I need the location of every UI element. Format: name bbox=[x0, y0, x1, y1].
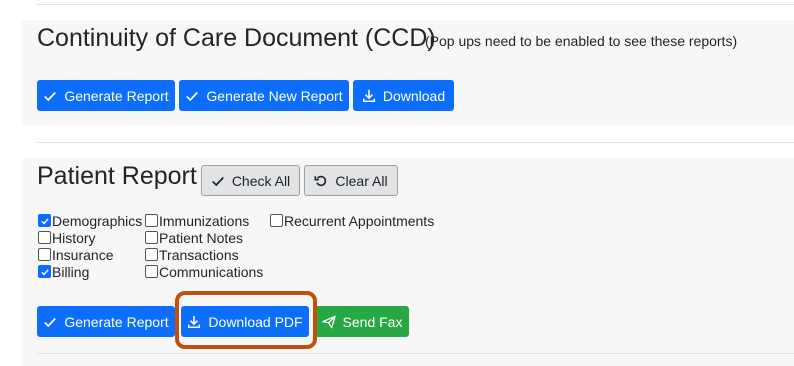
billing-label: Billing bbox=[52, 263, 90, 280]
send-fax-label: Send Fax bbox=[342, 313, 403, 330]
bottom-divider bbox=[37, 353, 794, 354]
top-divider bbox=[37, 4, 794, 5]
ccd-popup-note: (Pop ups need to be enabled to see these… bbox=[425, 33, 738, 49]
check-all-label: Check All bbox=[231, 172, 291, 189]
ccd-download-label: Download bbox=[382, 87, 446, 104]
ccd-generate-report-button[interactable]: Generate Report bbox=[37, 80, 175, 111]
ccd-generate-new-report-label: Generate New Report bbox=[206, 87, 343, 104]
communications-label: Communications bbox=[159, 263, 264, 280]
option-recurrent-appointments[interactable]: Recurrent Appointments bbox=[270, 212, 434, 229]
ccd-generate-report-label: Generate Report bbox=[64, 87, 169, 104]
patient-notes-label: Patient Notes bbox=[159, 229, 244, 246]
patient-generate-report-label: Generate Report bbox=[64, 313, 169, 330]
check-all-button[interactable]: Check All bbox=[201, 165, 300, 196]
option-demographics[interactable]: Demographics bbox=[38, 212, 142, 229]
option-patient-notes[interactable]: Patient Notes bbox=[145, 229, 243, 246]
option-insurance[interactable]: Insurance bbox=[38, 246, 113, 263]
immunizations-checkbox[interactable] bbox=[145, 214, 158, 227]
transactions-checkbox[interactable] bbox=[145, 248, 158, 261]
billing-checkbox[interactable] bbox=[38, 265, 51, 278]
demographics-label: Demographics bbox=[52, 212, 143, 229]
option-billing[interactable]: Billing bbox=[38, 263, 89, 280]
history-checkbox[interactable] bbox=[38, 231, 51, 244]
recurrent-appointments-checkbox[interactable] bbox=[270, 214, 283, 227]
history-label: History bbox=[52, 229, 96, 246]
ccd-download-button[interactable]: Download bbox=[353, 80, 454, 111]
patient-notes-checkbox[interactable] bbox=[145, 231, 158, 244]
paper-plane-icon bbox=[321, 315, 336, 329]
download-pdf-button[interactable]: Download PDF bbox=[181, 306, 309, 337]
option-transactions[interactable]: Transactions bbox=[145, 246, 239, 263]
check-icon bbox=[211, 174, 225, 188]
insurance-label: Insurance bbox=[52, 246, 114, 263]
immunizations-label: Immunizations bbox=[159, 212, 250, 229]
download-pdf-label: Download PDF bbox=[208, 313, 303, 330]
send-fax-button[interactable]: Send Fax bbox=[315, 306, 409, 337]
undo-icon bbox=[314, 174, 328, 188]
check-icon bbox=[185, 89, 199, 103]
recurrent-appointments-label: Recurrent Appointments bbox=[284, 212, 435, 229]
check-icon bbox=[43, 315, 57, 329]
ccd-generate-new-report-button[interactable]: Generate New Report bbox=[179, 80, 349, 111]
option-history[interactable]: History bbox=[38, 229, 96, 246]
option-immunizations[interactable]: Immunizations bbox=[145, 212, 249, 229]
clear-all-button[interactable]: Clear All bbox=[304, 165, 398, 196]
patient-generate-report-button[interactable]: Generate Report bbox=[37, 306, 175, 337]
download-icon bbox=[187, 315, 201, 329]
option-communications[interactable]: Communications bbox=[145, 263, 263, 280]
demographics-checkbox[interactable] bbox=[38, 214, 51, 227]
section-divider bbox=[37, 142, 794, 143]
patient-report-title: Patient Report bbox=[37, 162, 197, 190]
insurance-checkbox[interactable] bbox=[38, 248, 51, 261]
ccd-title: Continuity of Care Document (CCD) bbox=[37, 24, 436, 52]
communications-checkbox[interactable] bbox=[145, 265, 158, 278]
transactions-label: Transactions bbox=[159, 246, 239, 263]
clear-all-label: Clear All bbox=[335, 172, 388, 189]
check-icon bbox=[43, 89, 57, 103]
download-icon bbox=[362, 89, 376, 103]
